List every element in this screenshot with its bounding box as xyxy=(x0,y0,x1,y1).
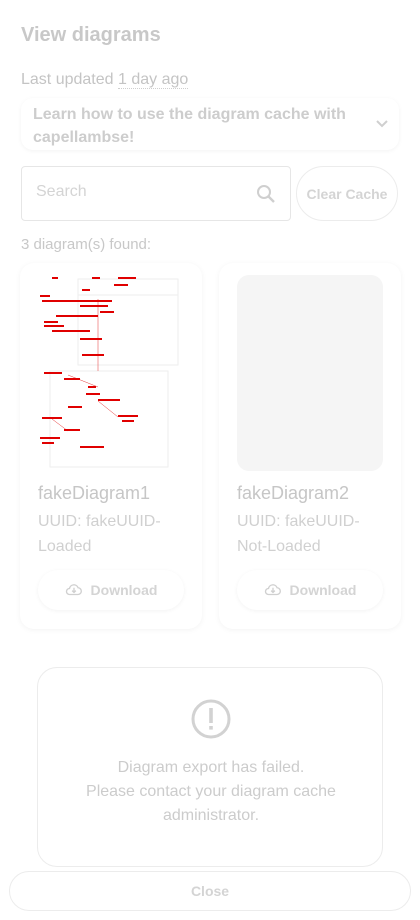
diagram-card: fakeDiagram2 UUID: fakeUUID-Not-Loaded D… xyxy=(219,263,401,629)
diagram-preview[interactable] xyxy=(38,275,184,471)
error-icon xyxy=(191,699,231,739)
diagram-preview-placeholder xyxy=(237,275,383,471)
view-diagrams-dialog: View diagrams Last updated 1 day ago Lea… xyxy=(0,0,420,920)
diagram-card: fakeDiagram1 UUID: fakeUUID-Loaded Downl… xyxy=(20,263,202,629)
close-button[interactable]: Close xyxy=(9,871,411,911)
cloud-download-icon xyxy=(264,584,281,596)
diagram-uuid: UUID: fakeUUID-Not-Loaded xyxy=(237,513,360,555)
diagram-name: fakeDiagram2 xyxy=(237,483,350,503)
diagram-name: fakeDiagram1 xyxy=(38,483,151,503)
download-button[interactable]: Download xyxy=(237,570,383,610)
dialog-title: View diagrams xyxy=(21,24,161,46)
results-count: 3 diagram(s) found: xyxy=(21,236,152,253)
chevron-down-icon xyxy=(376,120,388,128)
download-label: Download xyxy=(90,582,158,598)
last-updated: Last updated 1 day ago xyxy=(21,71,189,89)
diagram-uuid: UUID: fakeUUID-Loaded xyxy=(38,513,161,555)
last-updated-prefix: Last updated xyxy=(21,71,114,88)
search-input[interactable] xyxy=(36,183,246,201)
download-button[interactable]: Download xyxy=(38,570,184,610)
last-updated-value[interactable]: 1 day ago xyxy=(117,71,189,89)
info-expander-label: Learn how to use the diagram cache with … xyxy=(33,106,346,146)
error-message-line1: Diagram export has failed. xyxy=(117,759,305,776)
error-panel: Diagram export has failed. Please contac… xyxy=(37,667,383,867)
search-field[interactable] xyxy=(21,166,291,221)
clear-cache-button[interactable]: Clear Cache xyxy=(296,166,398,221)
search-icon[interactable] xyxy=(256,184,276,204)
info-expander[interactable]: Learn how to use the diagram cache with … xyxy=(21,98,399,150)
error-message: Diagram export has failed. Please contac… xyxy=(48,756,374,828)
error-message-line2: Please contact your diagram cache admini… xyxy=(86,783,336,824)
download-label: Download xyxy=(289,582,357,598)
cloud-download-icon xyxy=(65,584,82,596)
